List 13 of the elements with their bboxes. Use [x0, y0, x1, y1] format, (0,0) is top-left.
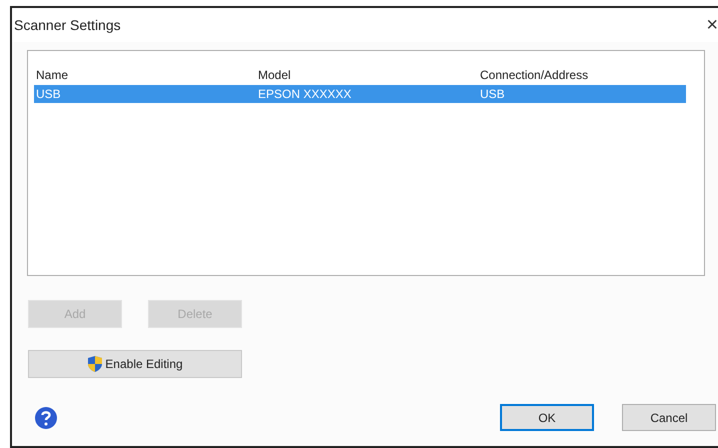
- shield-icon: [87, 355, 104, 373]
- table-cell-text: EPSON XXXXXX: [257, 86, 352, 103]
- column-header: Model: [257, 67, 292, 84]
- column-header: Name: [35, 67, 70, 84]
- ok-button[interactable]: OK: [500, 404, 594, 431]
- table-cell-text: USB: [35, 86, 62, 103]
- table-cell-text: USB: [479, 86, 506, 103]
- enable-editing-button[interactable]: Enable Editing: [28, 350, 242, 378]
- cancel-button[interactable]: Cancel: [622, 404, 716, 431]
- column-header: Connection/Address: [479, 67, 590, 84]
- window-title: Scanner Settings: [14, 16, 121, 35]
- close-button[interactable]: ×: [706, 15, 718, 35]
- help-icon[interactable]: [34, 406, 58, 430]
